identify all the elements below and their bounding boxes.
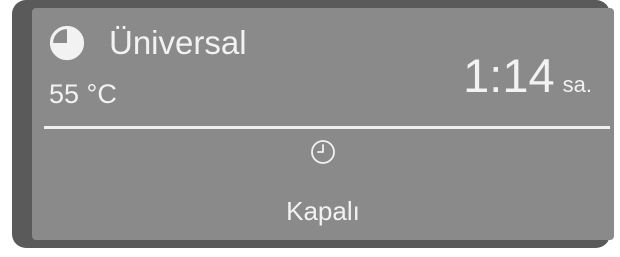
quarter-pie-icon	[49, 25, 85, 61]
program-name: Üniversal	[109, 24, 247, 61]
remaining-time-readout: 1:14 sa.	[463, 50, 592, 102]
remaining-time-unit: sa.	[562, 72, 592, 97]
temperature-readout: 55 °C	[49, 79, 117, 109]
display-frame: Üniversal 55 °C 1:14 sa. Kapalı	[12, 0, 614, 248]
timer-status: Kapalı	[286, 196, 360, 226]
remaining-time-value: 1:14	[463, 49, 555, 102]
divider	[44, 126, 610, 129]
clock-icon	[311, 140, 335, 164]
display-screen: Üniversal 55 °C 1:14 sa. Kapalı	[32, 8, 614, 240]
